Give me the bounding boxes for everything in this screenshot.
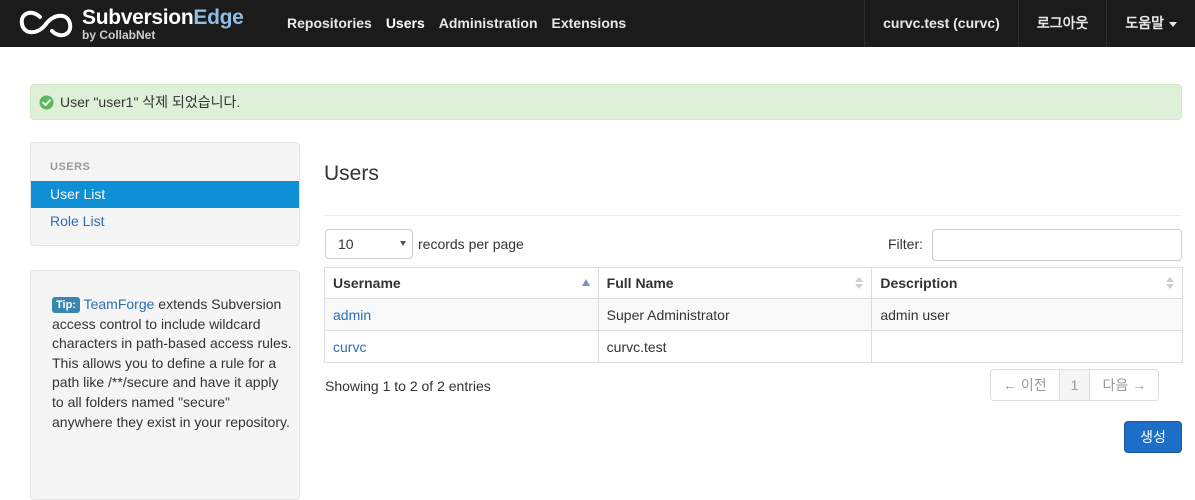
title-divider <box>324 215 1182 216</box>
table-row: admin Super Administrator admin user <box>324 298 1183 331</box>
alert-message: User "user1" 삭제 되었습니다. <box>60 94 241 110</box>
sidebar-header: USERS <box>50 161 91 173</box>
brand-logo-link[interactable]: SubversionEdge by CollabNet <box>18 6 244 42</box>
brand-subtitle: by CollabNet <box>82 28 156 42</box>
sort-icon <box>855 277 864 291</box>
nav-administration[interactable]: Administration <box>432 0 545 47</box>
sidebar-item-role-list[interactable]: Role List <box>31 208 299 235</box>
tip-badge: Tip: <box>52 297 80 313</box>
top-navbar: SubversionEdge by CollabNet Repositories… <box>0 0 1195 47</box>
column-header-full-name[interactable]: Full Name <box>597 267 873 299</box>
tip-body: extends Subversion access control to inc… <box>52 296 292 430</box>
username-link[interactable]: curvc <box>333 339 366 355</box>
success-alert: User "user1" 삭제 되었습니다. <box>30 84 1182 120</box>
full-name-cell: Super Administrator <box>597 298 873 331</box>
records-per-page-select[interactable]: 10 <box>325 229 413 259</box>
logout-link[interactable]: 로그아웃 <box>1017 0 1107 47</box>
description-cell <box>871 330 1183 363</box>
records-per-page-label: records per page <box>418 236 524 252</box>
sidebar-item-user-list[interactable]: User List <box>31 181 299 208</box>
full-name-cell: curvc.test <box>597 330 873 363</box>
filter-input[interactable] <box>932 229 1182 261</box>
help-menu[interactable]: 도움말 <box>1106 0 1195 47</box>
subversion-edge-logo-icon <box>19 10 73 38</box>
description-cell: admin user <box>871 298 1183 331</box>
check-circle-icon <box>39 94 54 110</box>
brand-name: SubversionEdge <box>82 6 244 29</box>
nav-users[interactable]: Users <box>379 0 432 47</box>
sidebar-nav: USERS User List Role List <box>30 142 300 246</box>
select-arrow-icon <box>400 241 406 246</box>
create-user-button[interactable]: 생성 <box>1124 421 1182 453</box>
page-title: Users <box>324 162 379 185</box>
nav-repositories[interactable]: Repositories <box>280 0 379 47</box>
pagination: ← 이전 1 다음 → <box>990 369 1160 401</box>
tip-panel: Tip: TeamForge extends Subversion access… <box>30 270 300 500</box>
teamforge-link[interactable]: TeamForge <box>84 296 155 312</box>
filter-label: Filter: <box>888 236 923 252</box>
username-link[interactable]: admin <box>333 307 371 323</box>
previous-page-button[interactable]: ← 이전 <box>991 370 1059 400</box>
users-table: Username Full Name Description admin Sup… <box>324 267 1183 363</box>
next-page-button[interactable]: 다음 → <box>1090 370 1159 400</box>
tip-text: Tip: TeamForge extends Subversion access… <box>52 295 292 432</box>
sort-icon <box>1166 277 1174 291</box>
user-nav: curvc.test (curvc) 로그아웃 도움말 <box>864 0 1195 47</box>
current-user-link[interactable]: curvc.test (curvc) <box>864 0 1018 47</box>
sort-ascending-icon <box>581 279 590 286</box>
caret-down-icon <box>1169 21 1177 27</box>
column-header-description[interactable]: Description <box>871 267 1183 299</box>
nav-extensions[interactable]: Extensions <box>545 0 634 47</box>
page-number-button[interactable]: 1 <box>1058 370 1091 400</box>
column-header-username[interactable]: Username <box>324 267 599 299</box>
table-info: Showing 1 to 2 of 2 entries <box>325 378 491 394</box>
table-row: curvc curvc.test <box>324 330 1183 363</box>
main-nav: Repositories Users Administration Extens… <box>280 0 633 47</box>
